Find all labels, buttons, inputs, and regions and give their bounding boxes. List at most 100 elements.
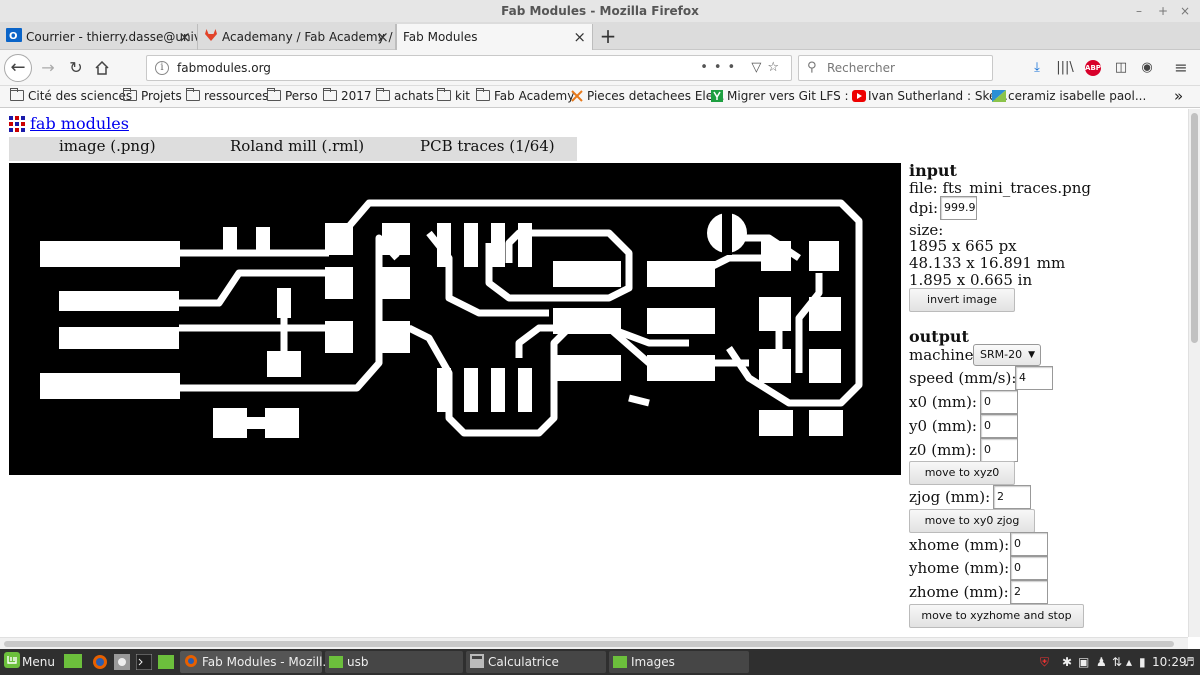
- zjog-input[interactable]: 2: [993, 485, 1031, 509]
- move-to-xyz0-button[interactable]: move to xyz0: [909, 461, 1015, 485]
- move-to-xyzhome-button[interactable]: move to xyzhome and stop: [909, 604, 1084, 628]
- scrollbar-thumb[interactable]: [1191, 113, 1198, 343]
- wifi-icon[interactable]: ▴: [1126, 651, 1132, 673]
- xhome-label: xhome (mm):: [909, 536, 1010, 554]
- terminal-launcher-icon[interactable]: [135, 651, 153, 673]
- z0-input[interactable]: 0: [980, 438, 1018, 462]
- horizontal-scrollbar[interactable]: [0, 637, 1188, 649]
- tab-close-icon[interactable]: ×: [573, 24, 586, 50]
- page-actions-icon[interactable]: •••: [700, 60, 751, 75]
- battery-icon[interactable]: ▮: [1139, 651, 1146, 673]
- bookmark-item[interactable]: ressources: [186, 86, 268, 106]
- tab-close-icon[interactable]: ×: [376, 24, 389, 50]
- files-launcher-icon[interactable]: [158, 651, 174, 673]
- tab-fab-modules[interactable]: Fab Modules ×: [396, 24, 593, 50]
- sidebar-icon[interactable]: ◫: [1110, 56, 1132, 80]
- minimize-button[interactable]: –: [1136, 0, 1142, 22]
- yhome-label: yhome (mm):: [909, 559, 1010, 577]
- forward-button[interactable]: →: [36, 56, 60, 80]
- tab-academany[interactable]: Academany / Fab Academy / ×: [198, 24, 396, 50]
- machine-select[interactable]: SRM-20 ▼: [973, 344, 1041, 366]
- bookmark-item[interactable]: 2017: [323, 86, 372, 106]
- taskbar-window-label: Fab Modules - Mozill...: [202, 655, 334, 669]
- dpi-label: dpi:: [909, 199, 939, 217]
- invert-image-button[interactable]: invert image: [909, 288, 1015, 312]
- url-bar[interactable]: i fabmodules.org ••• ▽☆: [146, 55, 792, 81]
- site-info-icon[interactable]: i: [155, 61, 169, 75]
- zhome-input[interactable]: 2: [1010, 580, 1048, 604]
- home-button[interactable]: [90, 56, 114, 80]
- taskbar-window-label: Images: [631, 655, 675, 669]
- bookmarks-overflow-button[interactable]: »: [1174, 86, 1183, 106]
- search-bar[interactable]: ⚲: [798, 55, 993, 81]
- y0-input[interactable]: 0: [980, 414, 1018, 438]
- tab-label: Courrier - thierry.dasse@univ: [26, 30, 198, 44]
- adblock-icon[interactable]: ABP: [1085, 60, 1101, 76]
- folder-icon: [476, 88, 490, 101]
- move-to-xy0-zjog-button[interactable]: move to xy0 zjog: [909, 509, 1035, 533]
- tab-courrier[interactable]: O Courrier - thierry.dasse@univ ×: [0, 24, 198, 50]
- bookmark-item[interactable]: kit: [437, 86, 470, 106]
- user-icon[interactable]: ♟: [1096, 651, 1107, 673]
- network-status-icon[interactable]: ▣: [1078, 651, 1089, 673]
- firefox-launcher-icon[interactable]: [92, 651, 108, 673]
- page-actions-menu[interactable]: ••• ▽☆: [700, 56, 785, 80]
- shield-icon[interactable]: ⛨: [1040, 651, 1049, 673]
- bookmark-item[interactable]: Migrer vers Git LFS : ...: [711, 86, 864, 106]
- xhome-input[interactable]: 0: [1010, 532, 1048, 556]
- back-button[interactable]: ←: [4, 54, 32, 82]
- bluetooth-icon[interactable]: ✱: [1062, 651, 1072, 673]
- size-px: 1895 x 665 px: [909, 237, 1017, 255]
- vertical-scrollbar[interactable]: [1188, 109, 1200, 637]
- dpi-input[interactable]: 999.9: [940, 196, 977, 220]
- bookmark-label: Cité des sciences: [28, 89, 133, 103]
- bookmark-item[interactable]: Perso: [267, 86, 318, 106]
- start-menu-button[interactable]: Menu: [4, 651, 55, 673]
- bookmark-label: kit: [455, 89, 470, 103]
- clock[interactable]: 10:29: [1152, 651, 1187, 673]
- maximize-button[interactable]: +: [1158, 0, 1168, 22]
- show-desktop-icon[interactable]: [64, 651, 82, 673]
- fab-modules-link[interactable]: fab modules: [30, 114, 129, 133]
- pocket-icon[interactable]: ▽: [751, 60, 767, 75]
- x0-label: x0 (mm):: [909, 393, 977, 411]
- bookmark-item[interactable]: ceramiz isabelle paol...: [992, 86, 1146, 106]
- taskbar-window-firefox[interactable]: Fab Modules - Mozill...: [180, 651, 334, 673]
- volume-icon[interactable]: ♬: [1184, 651, 1195, 673]
- scrollbar-thumb[interactable]: [4, 641, 1174, 647]
- speed-input[interactable]: 4: [1015, 366, 1053, 390]
- bookmark-star-icon[interactable]: ☆: [767, 60, 785, 75]
- tab-label: Fab Modules: [403, 30, 478, 44]
- window-titlebar: Fab Modules - Mozilla Firefox – + ×: [0, 0, 1200, 22]
- taskbar-window-images[interactable]: Images: [609, 651, 749, 673]
- downloads-icon[interactable]: ⤓: [1026, 56, 1048, 80]
- reload-button[interactable]: ↻: [64, 56, 88, 80]
- extension-icon[interactable]: ◉: [1136, 56, 1158, 80]
- bookmark-label: ressources: [204, 89, 269, 103]
- taskbar-window-usb[interactable]: usb: [325, 651, 463, 673]
- settings-launcher-icon[interactable]: [114, 651, 130, 673]
- y-icon: [711, 88, 723, 102]
- window-close-button[interactable]: ×: [1180, 0, 1190, 22]
- bookmark-item[interactable]: Cité des sciences: [10, 86, 132, 106]
- search-input[interactable]: [827, 59, 987, 77]
- bookmark-label: Migrer vers Git LFS : ...: [727, 89, 864, 103]
- library-icon[interactable]: |||\: [1054, 56, 1076, 80]
- update-icon[interactable]: ⇅: [1112, 651, 1122, 673]
- yhome-input[interactable]: 0: [1010, 556, 1048, 580]
- x0-input[interactable]: 0: [980, 390, 1018, 414]
- taskbar-window-calculatrice[interactable]: Calculatrice: [466, 651, 606, 673]
- url-text[interactable]: fabmodules.org: [177, 56, 271, 80]
- menu-roland-mill[interactable]: Roland mill (.rml): [230, 137, 364, 155]
- folder-icon: [613, 653, 627, 668]
- bookmark-item[interactable]: Fab Academy: [476, 86, 574, 106]
- bookmark-item[interactable]: Projets: [123, 86, 182, 106]
- bookmark-item[interactable]: Ivan Sutherland : Ske...: [852, 86, 1008, 106]
- menu-pcb-traces[interactable]: PCB traces (1/64): [420, 137, 555, 155]
- menu-image-png[interactable]: image (.png): [59, 137, 156, 155]
- new-tab-button[interactable]: +: [598, 22, 618, 50]
- tab-close-icon[interactable]: ×: [178, 24, 191, 50]
- hamburger-menu-icon[interactable]: ≡: [1170, 56, 1192, 80]
- bookmark-item[interactable]: Pieces detachees Ele...: [571, 86, 725, 106]
- bookmark-item[interactable]: achats: [376, 86, 434, 106]
